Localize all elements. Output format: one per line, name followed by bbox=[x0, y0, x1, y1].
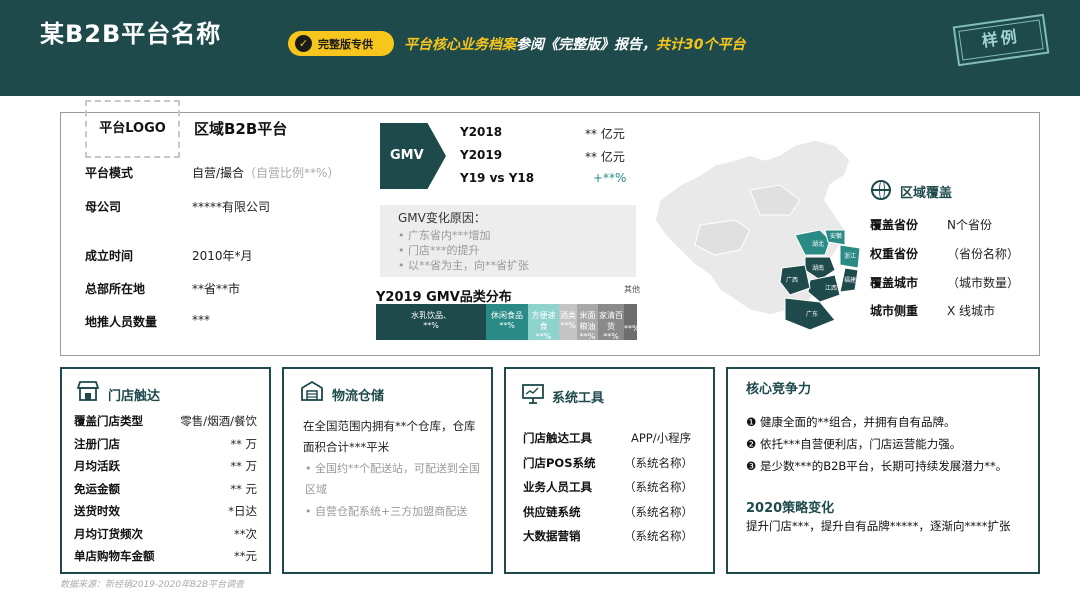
field-label-founded: 成立时间 bbox=[85, 249, 134, 263]
map-label: 福建 bbox=[844, 276, 856, 284]
map-label: 湖南 bbox=[812, 264, 824, 272]
store-row-value: ** 万 bbox=[230, 459, 257, 473]
field-value-staff: *** bbox=[192, 313, 210, 327]
category-segment-pct: **% bbox=[423, 321, 439, 330]
store-row-label: 送货时效 bbox=[74, 504, 120, 518]
store-row-value: ** 元 bbox=[230, 481, 257, 496]
region-label: 覆盖省份 bbox=[870, 218, 919, 232]
category-segment-pct: **% bbox=[603, 332, 619, 340]
category-segment-name: 方便速食 bbox=[531, 311, 556, 331]
monitor-icon bbox=[522, 384, 544, 404]
category-segment-pct: **% bbox=[560, 321, 576, 330]
field-label-staff: 地推人员数量 bbox=[85, 315, 158, 329]
store-row-value: **元 bbox=[234, 549, 257, 563]
competitive-item: ❸ 是少数***的B2B平台，长期可持续发展潜力**。 bbox=[746, 459, 1008, 473]
mode-note: （自营比例**%） bbox=[244, 166, 340, 180]
field-label-parent: 母公司 bbox=[85, 200, 122, 214]
category-segment-pct: **% bbox=[535, 332, 552, 340]
store-row-value: ** 万 bbox=[230, 436, 257, 451]
warehouse-icon bbox=[301, 380, 323, 401]
subtitle-suffix: 共计30个平台 bbox=[656, 37, 746, 53]
map-label: 安徽 bbox=[830, 232, 842, 240]
category-segment: **% bbox=[624, 304, 637, 340]
category-segment-name: 休闲食品 bbox=[491, 311, 523, 320]
mode-value: 自营/撮合 bbox=[192, 166, 245, 180]
category-segment: 家清百货 **% bbox=[598, 304, 624, 340]
field-value-hq: **省**市 bbox=[192, 282, 241, 296]
strategy-text: 提升门店***，提升自有品牌*****，逐渐向****扩张 bbox=[746, 519, 1011, 533]
competitive-item: ❷ 依托***自营便利店，门店运营能力强。 bbox=[746, 437, 962, 451]
system-row-label: 业务人员工具 bbox=[523, 480, 592, 494]
platform-logo: 平台LOGO bbox=[85, 100, 180, 158]
check-icon: ✓ bbox=[295, 35, 312, 52]
field-label-hq: 总部所在地 bbox=[85, 282, 146, 296]
system-row-label: 门店POS系统 bbox=[523, 455, 596, 470]
region-title: 区域覆盖 bbox=[900, 186, 953, 201]
system-row-label: 门店触达工具 bbox=[523, 431, 592, 445]
system-row-label: 大数据营销 bbox=[523, 529, 581, 543]
field-value-mode: 自营/撮合（自营比例**%） bbox=[192, 164, 339, 181]
store-row-value: **次 bbox=[234, 526, 257, 541]
field-value-founded: 2010年*月 bbox=[192, 249, 253, 263]
category-segment-name: 米面粮油 bbox=[579, 311, 596, 331]
region-value: N个省份 bbox=[947, 218, 992, 232]
store-row-value: *日达 bbox=[228, 504, 257, 518]
logistics-bullet: • 全国约**个配送站，可配送到全国区域 bbox=[305, 462, 480, 496]
map-label: 江西 bbox=[825, 285, 837, 292]
map-label: 广东 bbox=[806, 310, 818, 318]
competitive-item: ❶ 健康全面的**组合，并拥有自有品牌。 bbox=[746, 415, 956, 429]
store-row-label: 月均订货频次 bbox=[74, 526, 143, 541]
region-label: 城市侧重 bbox=[870, 304, 919, 318]
globe-icon bbox=[871, 180, 891, 200]
map-label: 广西 bbox=[786, 276, 798, 284]
map-label: 浙江 bbox=[844, 252, 856, 260]
region-value: X 线城市 bbox=[947, 304, 996, 318]
system-row-label: 供应链系统 bbox=[523, 504, 581, 519]
store-row-label: 单店购物车金额 bbox=[74, 549, 155, 563]
region-value: （城市数量） bbox=[947, 276, 1020, 290]
category-segment-name: 水乳饮品、 bbox=[411, 311, 451, 320]
field-label-mode: 平台模式 bbox=[85, 166, 134, 180]
category-segment: 方便速食 **% bbox=[528, 304, 559, 340]
field-value-parent: *****有限公司 bbox=[192, 200, 271, 214]
store-row-label: 覆盖门店类型 bbox=[74, 414, 143, 428]
category-segment-pct: **% bbox=[579, 332, 596, 340]
system-row-value: APP/小程序 bbox=[631, 431, 692, 445]
category-segment: 米面粮油 **% bbox=[577, 304, 598, 340]
store-row-label: 月均活跃 bbox=[74, 459, 120, 473]
card-title-systems: 系统工具 bbox=[552, 391, 605, 406]
card-title-competitive: 核心竞争力 bbox=[746, 382, 812, 397]
logistics-bullet: • 自营仓配系统+三方加盟商配送 bbox=[305, 505, 468, 518]
category-segment-name: 家清百货 bbox=[599, 311, 623, 331]
store-icon bbox=[76, 381, 100, 401]
system-row-value: （系统名称） bbox=[624, 529, 693, 543]
strategy-title: 2020策略变化 bbox=[746, 501, 835, 516]
logistics-main: 在全国范围内拥有**个仓库，仓库面积合计***平米 bbox=[303, 419, 476, 454]
page-title: 某B2B平台名称 bbox=[40, 20, 222, 48]
store-row-label: 免运金额 bbox=[74, 481, 120, 496]
category-segment-pct: **% bbox=[624, 324, 637, 333]
card-title-logistics: 物流仓储 bbox=[332, 389, 385, 404]
platform-name: 区域B2B平台 bbox=[194, 120, 288, 138]
card-title-store: 门店触达 bbox=[108, 389, 161, 404]
system-row-value: （系统名称） bbox=[624, 480, 693, 494]
category-segment-name: 酒类 bbox=[560, 311, 576, 320]
category-segment: 水乳饮品、 **% bbox=[376, 304, 486, 340]
data-source: 数据来源：新经销2019-2020年B2B平台调查 bbox=[60, 580, 245, 590]
region-label: 权重省份 bbox=[870, 247, 919, 261]
region-label: 覆盖城市 bbox=[870, 276, 919, 290]
category-segment: 酒类 **% bbox=[559, 304, 577, 340]
system-row-value: （系统名称） bbox=[624, 455, 693, 470]
region-value: （省份名称） bbox=[947, 247, 1020, 261]
system-row-value: （系统名称） bbox=[624, 504, 693, 519]
badge-label: 完整版专供 bbox=[318, 38, 373, 51]
category-segment: 休闲食品 **% bbox=[486, 304, 528, 340]
china-map: 湖北 湖南 江西 福建 广东 广西 安徽 浙江 bbox=[654, 139, 861, 331]
category-segment-pct: **% bbox=[499, 321, 515, 330]
map-label: 湖北 bbox=[812, 240, 824, 248]
store-row-label: 注册门店 bbox=[74, 436, 120, 451]
store-row-value: 零售/烟酒/餐饮 bbox=[180, 414, 257, 428]
